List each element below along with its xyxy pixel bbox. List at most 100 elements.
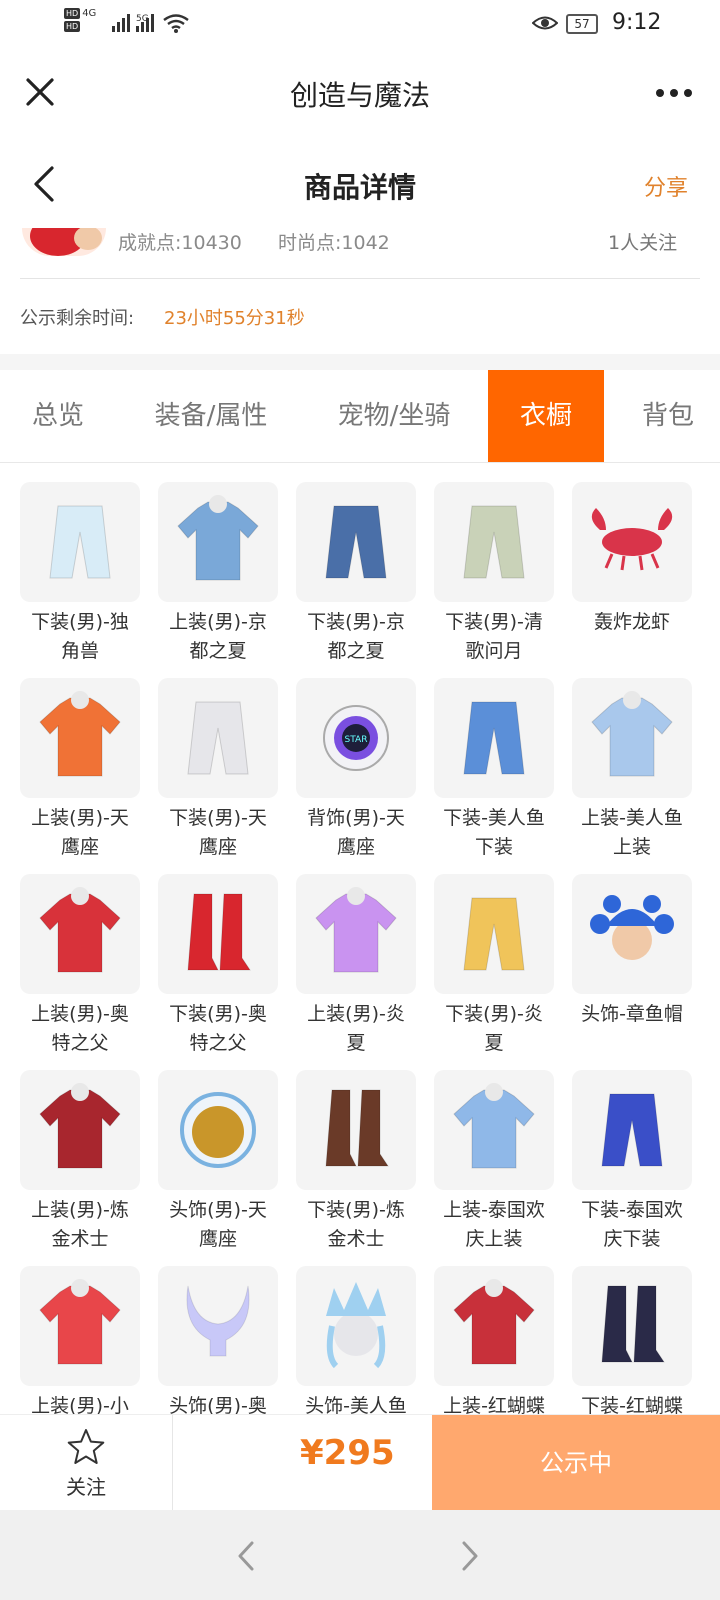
wardrobe-item-image bbox=[572, 874, 692, 994]
shirt-icon bbox=[453, 1083, 535, 1169]
miniprogram-title: 创造与魔法 bbox=[289, 79, 430, 112]
tab-equipment[interactable]: 装备/属性 bbox=[124, 370, 298, 462]
close-icon[interactable] bbox=[22, 74, 58, 110]
wardrobe-item[interactable]: 下装(男)-清歌问月 bbox=[434, 482, 554, 666]
wardrobe-item-image bbox=[20, 678, 140, 798]
wardrobe-item-image bbox=[434, 1266, 554, 1386]
page-header: 商品详情 分享 bbox=[0, 140, 720, 230]
public-status-button[interactable]: 公示中 bbox=[432, 1415, 720, 1511]
wardrobe-item[interactable]: 上装(男)-炼金术士 bbox=[20, 1070, 140, 1254]
share-button[interactable]: 分享 bbox=[644, 170, 688, 202]
wardrobe-item-image bbox=[434, 678, 554, 798]
wardrobe-item-name: 上装(男)-天鹰座 bbox=[31, 807, 129, 858]
wardrobe-item-image bbox=[572, 1266, 692, 1386]
wardrobe-item-name: 下装-泰国欢庆下装 bbox=[581, 1199, 683, 1250]
wardrobe-item-image bbox=[20, 874, 140, 994]
nav-forward-icon[interactable] bbox=[460, 1540, 480, 1572]
wardrobe-item[interactable]: 下装(男)-天鹰座 bbox=[158, 678, 278, 862]
crown-icon bbox=[326, 1282, 386, 1369]
wardrobe-item-name: 下装(男)-京都之夏 bbox=[307, 611, 405, 662]
wardrobe-item-image bbox=[158, 1266, 278, 1386]
wardrobe-item[interactable]: STAR 背饰(男)-天鹰座 bbox=[296, 678, 416, 862]
wardrobe-item[interactable]: 下装-红蝴蝶 bbox=[572, 1266, 692, 1414]
action-bar: 关注 ¥295 公示中 bbox=[0, 1414, 720, 1511]
wardrobe-item-name: 背饰(男)-天鹰座 bbox=[307, 807, 405, 858]
wardrobe-item[interactable]: 下装(男)-独角兽 bbox=[20, 482, 140, 666]
wardrobe-item[interactable]: 上装(男)-炎夏 bbox=[296, 874, 416, 1058]
wardrobe-item-name: 轰炸龙虾 bbox=[593, 611, 670, 633]
divider bbox=[20, 278, 700, 279]
wardrobe-item[interactable]: 上装(男)-小 bbox=[20, 1266, 140, 1414]
wardrobe-item-name: 上装-美人鱼上装 bbox=[581, 807, 683, 858]
hat-icon bbox=[590, 895, 674, 960]
wardrobe-item[interactable]: 上装-美人鱼上装 bbox=[572, 678, 692, 862]
boots-icon bbox=[601, 1285, 665, 1363]
section-separator bbox=[0, 354, 720, 370]
wardrobe-item-image bbox=[434, 482, 554, 602]
wardrobe-item-image: STAR bbox=[296, 678, 416, 798]
boots-icon bbox=[187, 893, 251, 971]
backpack-icon: STAR bbox=[323, 705, 389, 771]
wardrobe-item[interactable]: 下装(男)-炼金术士 bbox=[296, 1070, 416, 1254]
wardrobe-item-image bbox=[20, 1070, 140, 1190]
wardrobe-item[interactable]: 下装-美人鱼下装 bbox=[434, 678, 554, 862]
more-icon[interactable] bbox=[654, 86, 694, 100]
wardrobe-item-image bbox=[20, 1266, 140, 1386]
miniprogram-header: 创造与魔法 bbox=[0, 48, 720, 140]
clock: 9:12 bbox=[612, 10, 662, 35]
wardrobe-item[interactable]: 头饰-章鱼帽 bbox=[572, 874, 692, 1029]
tab-backpack[interactable]: 背包 bbox=[616, 370, 720, 462]
wardrobe-item[interactable]: 上装-泰国欢庆上装 bbox=[434, 1070, 554, 1254]
countdown-value: 23小时55分31秒 bbox=[164, 308, 305, 329]
shirt-icon bbox=[315, 887, 397, 973]
wardrobe-item[interactable]: 轰炸龙虾 bbox=[572, 482, 692, 637]
eye-icon bbox=[532, 16, 558, 30]
countdown-label: 公示剩余时间: bbox=[20, 308, 135, 329]
svg-text:STAR: STAR bbox=[345, 735, 368, 745]
wardrobe-item-name: 下装-红蝴蝶 bbox=[581, 1395, 683, 1414]
battery-icon: 57 bbox=[566, 14, 598, 34]
fashion-points: 时尚点:1042 bbox=[278, 232, 390, 254]
lobster-icon bbox=[591, 508, 673, 571]
wardrobe-item[interactable]: 上装(男)-天鹰座 bbox=[20, 678, 140, 862]
wardrobe-item-image bbox=[158, 482, 278, 602]
wardrobe-item[interactable]: 头饰-美人鱼 bbox=[296, 1266, 416, 1414]
wardrobe-item-image bbox=[158, 1070, 278, 1190]
tab-wardrobe[interactable]: 衣橱 bbox=[488, 370, 604, 462]
avatar bbox=[22, 228, 106, 256]
wardrobe-item-name: 头饰-章鱼帽 bbox=[581, 1003, 683, 1025]
follow-button[interactable]: 关注 bbox=[0, 1415, 173, 1511]
wardrobe-item-name: 下装(男)-奥特之父 bbox=[169, 1003, 267, 1054]
wardrobe-item[interactable]: 头饰(男)-天鹰座 bbox=[158, 1070, 278, 1254]
shirt-icon bbox=[591, 691, 673, 777]
price: ¥295 bbox=[300, 1433, 395, 1473]
wardrobe-item-image bbox=[296, 482, 416, 602]
wardrobe-item-image bbox=[296, 874, 416, 994]
wardrobe-item[interactable]: 下装(男)-京都之夏 bbox=[296, 482, 416, 666]
tab-overview[interactable]: 总览 bbox=[0, 370, 116, 462]
wardrobe-item-image bbox=[296, 1070, 416, 1190]
nav-back-icon[interactable] bbox=[236, 1540, 256, 1572]
wardrobe-item[interactable]: 下装(男)-奥特之父 bbox=[158, 874, 278, 1058]
wardrobe-item-name: 下装(男)-天鹰座 bbox=[169, 807, 267, 858]
shirt-icon bbox=[39, 1083, 121, 1169]
wardrobe-item[interactable]: 上装(男)-奥特之父 bbox=[20, 874, 140, 1058]
sim-indicators: HD 4G HD bbox=[64, 8, 97, 32]
wardrobe-item[interactable]: 下装-泰国欢庆下装 bbox=[572, 1070, 692, 1254]
wardrobe-item[interactable]: 上装(男)-京都之夏 bbox=[158, 482, 278, 666]
signal-wifi-icon: 5G bbox=[112, 14, 189, 33]
wardrobe-item-image bbox=[572, 1070, 692, 1190]
wardrobe-item[interactable]: 下装(男)-炎夏 bbox=[434, 874, 554, 1058]
page-title: 商品详情 bbox=[303, 171, 416, 204]
shirt-icon bbox=[39, 691, 121, 777]
wardrobe-item-name: 下装(男)-独角兽 bbox=[31, 611, 129, 662]
wardrobe-item[interactable]: 上装-红蝴蝶 bbox=[434, 1266, 554, 1414]
wardrobe-item-name: 上装(男)-京都之夏 bbox=[169, 611, 267, 662]
wardrobe-item-name: 下装(男)-清歌问月 bbox=[445, 611, 543, 662]
tab-pets[interactable]: 宠物/坐骑 bbox=[314, 370, 474, 462]
shirt-icon bbox=[177, 495, 259, 581]
wardrobe-item-name: 上装(男)-炎夏 bbox=[307, 1003, 405, 1054]
wardrobe-item-image bbox=[572, 678, 692, 798]
wardrobe-item-image bbox=[158, 874, 278, 994]
wardrobe-item[interactable]: 头饰(男)-奥 bbox=[158, 1266, 278, 1414]
